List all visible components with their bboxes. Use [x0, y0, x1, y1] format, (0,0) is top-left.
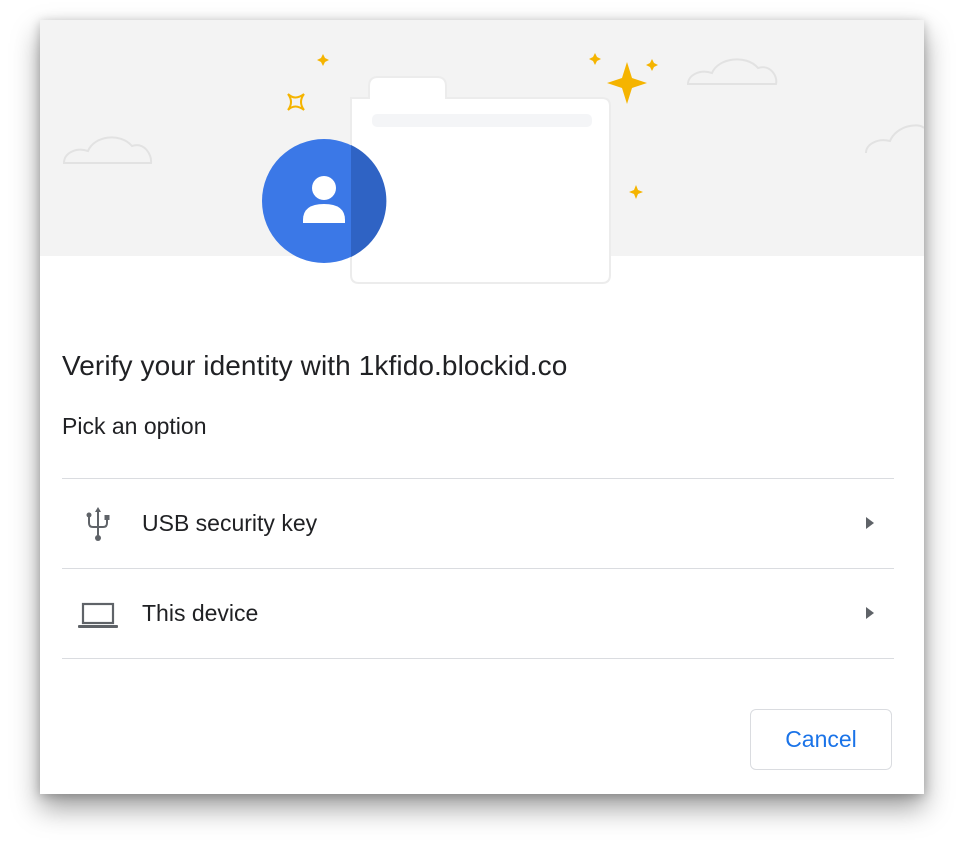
verify-identity-dialog: Verify your identity with 1kfido.blockid… [40, 20, 924, 794]
header-illustration [40, 20, 924, 310]
option-device-label: This device [142, 600, 259, 626]
usb-icon [78, 506, 118, 542]
chevron-right-icon [864, 605, 876, 621]
dialog-title: Verify your identity with 1kfido.blockid… [62, 350, 568, 381]
dialog-subtitle: Pick an option [62, 413, 207, 439]
avatar-icon [262, 139, 387, 263]
option-usb-label: USB security key [142, 510, 318, 536]
chevron-right-icon [864, 515, 876, 531]
option-list: USB security key This device [62, 478, 894, 659]
option-this-device[interactable]: This device [62, 569, 894, 659]
option-usb-security-key[interactable]: USB security key [62, 479, 894, 569]
folder-icon [350, 76, 611, 284]
cancel-button[interactable]: Cancel [750, 709, 892, 770]
laptop-icon [78, 596, 118, 632]
